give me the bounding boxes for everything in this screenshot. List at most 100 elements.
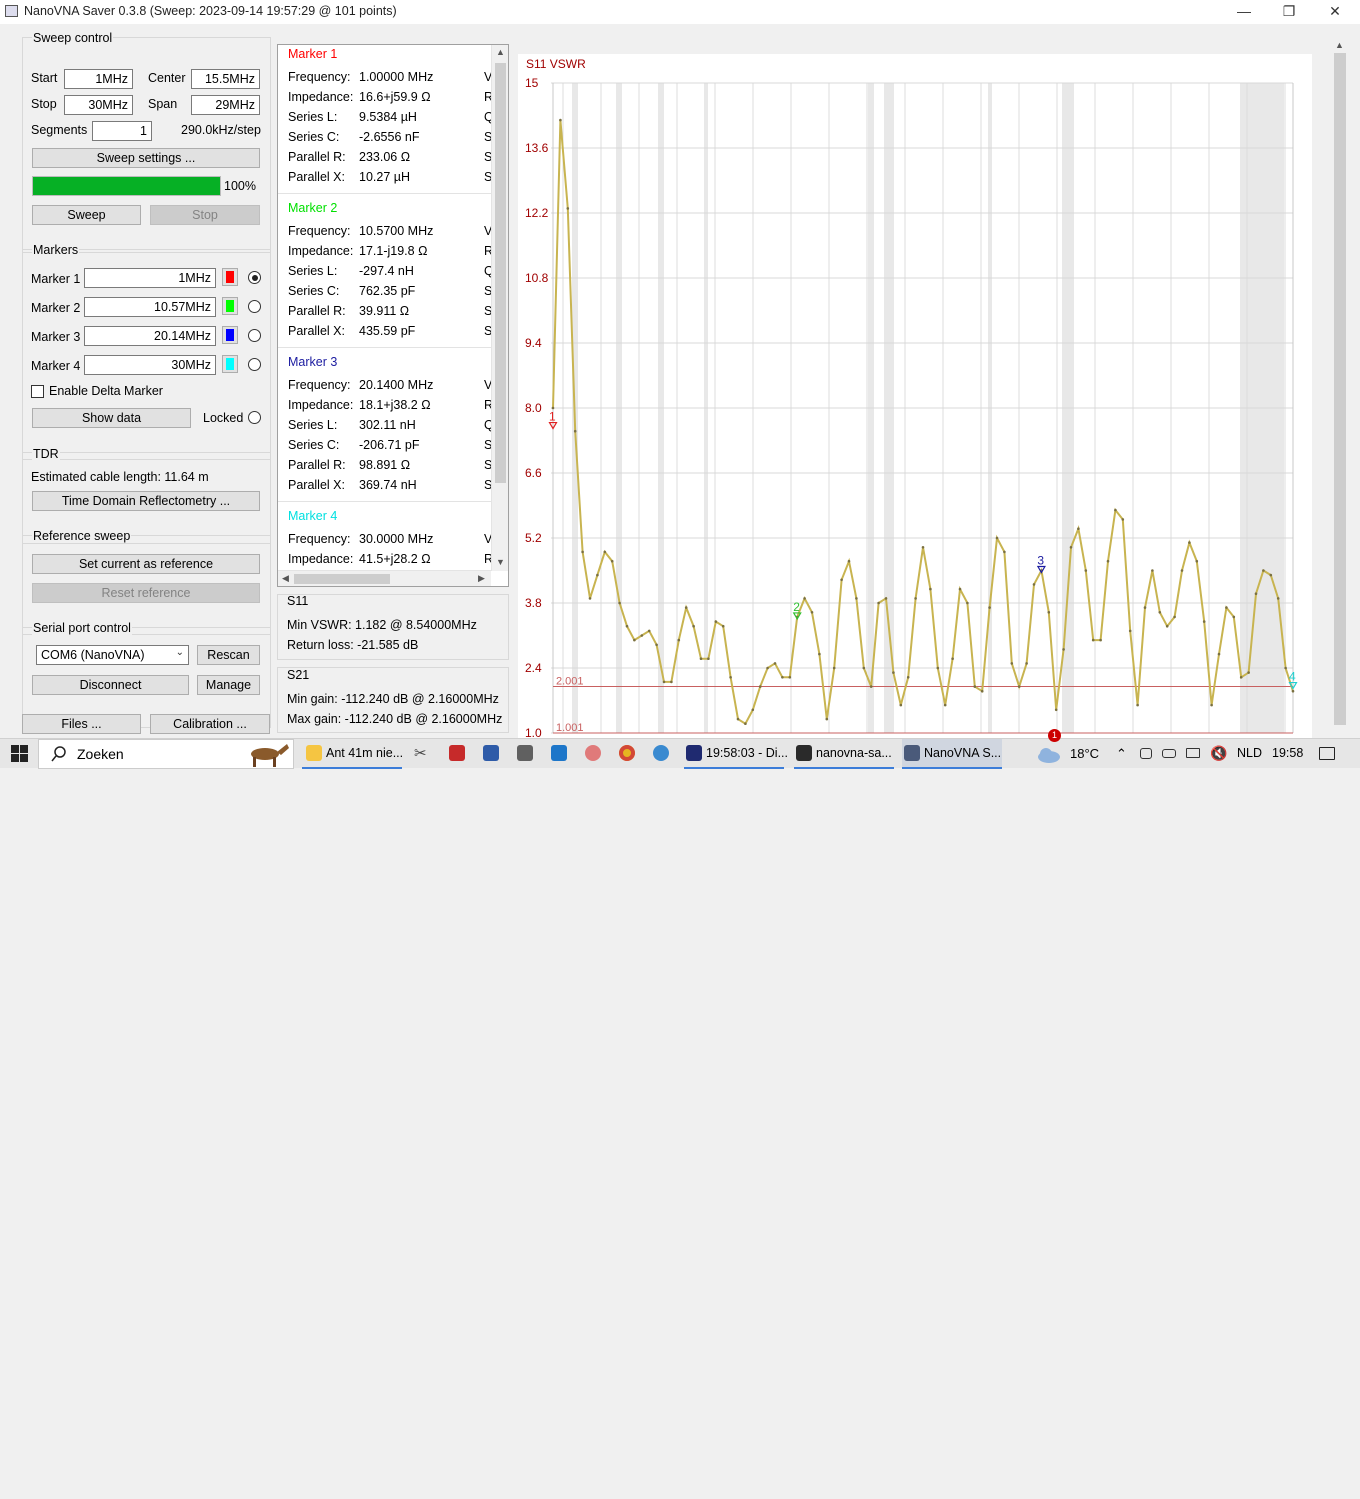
minimize-button[interactable]: — bbox=[1221, 0, 1267, 24]
disconnect-button[interactable]: Disconnect bbox=[32, 675, 189, 695]
data-point bbox=[736, 717, 740, 721]
horizontal-scroll-thumb[interactable] bbox=[294, 574, 390, 584]
data-point bbox=[1054, 708, 1058, 712]
scissors-icon[interactable] bbox=[416, 1483, 432, 1499]
pinned-app-filezilla-icon[interactable] bbox=[448, 739, 468, 769]
pinned-app-paint-icon[interactable] bbox=[584, 739, 604, 769]
data-point bbox=[729, 676, 732, 679]
scroll-up-icon[interactable]: ▲ bbox=[1335, 40, 1344, 50]
pinned-app-chrome-icon[interactable] bbox=[618, 739, 638, 769]
marker-1-radio[interactable] bbox=[248, 271, 261, 284]
chart-title: S11 VSWR bbox=[526, 57, 586, 71]
taskbar-item-digital-mode[interactable]: 19:58:03 - Di... bbox=[684, 739, 788, 769]
step-size-text: 290.0kHz/step bbox=[181, 123, 261, 137]
marker-details-vertical-scrollbar[interactable]: ▲ ▼ bbox=[491, 45, 508, 571]
marker-3-radio[interactable] bbox=[248, 329, 261, 342]
manage-button[interactable]: Manage bbox=[197, 675, 260, 695]
pinned-app-settings-icon[interactable] bbox=[482, 739, 502, 769]
marker-detail-divider bbox=[278, 347, 493, 348]
delta-marker-checkbox[interactable] bbox=[31, 385, 44, 398]
data-point bbox=[773, 662, 777, 665]
marker-4-radio[interactable] bbox=[248, 358, 261, 371]
tray-icon-network[interactable] bbox=[1186, 739, 1202, 769]
scroll-down-icon[interactable]: ▼ bbox=[496, 557, 505, 567]
center-input[interactable]: 15.5MHz bbox=[191, 69, 260, 89]
segments-input[interactable]: 1 bbox=[92, 121, 152, 141]
markers-title: Markers bbox=[32, 243, 80, 257]
marker-2-color-button[interactable] bbox=[222, 297, 238, 315]
span-input[interactable]: 29MHz bbox=[191, 95, 260, 115]
calibration-button[interactable]: Calibration ... bbox=[150, 714, 270, 734]
chevron-up-icon[interactable]: ⌃ bbox=[1116, 739, 1130, 769]
locked-radio[interactable] bbox=[248, 411, 261, 424]
tray-icon-camera[interactable] bbox=[1140, 739, 1154, 769]
language-indicator[interactable]: NLD bbox=[1237, 739, 1267, 769]
rescan-button[interactable]: Rescan bbox=[197, 645, 260, 665]
marker-4-color-button[interactable] bbox=[222, 355, 238, 373]
start-label: Start bbox=[31, 71, 58, 85]
pinned-app-calculator-icon[interactable] bbox=[516, 739, 536, 769]
clock[interactable]: 19:58 bbox=[1272, 739, 1308, 769]
detail-value: -2.6556 nF bbox=[359, 130, 420, 144]
start-input[interactable]: 1MHz bbox=[64, 69, 133, 89]
tray-icon-drive[interactable] bbox=[1162, 739, 1178, 769]
main-vertical-scrollbar[interactable]: ▲ bbox=[1331, 38, 1348, 738]
marker-3-frequency-input[interactable]: 20.14MHz bbox=[84, 326, 216, 346]
marker-2-color-swatch bbox=[226, 300, 234, 312]
sweep-settings-button[interactable]: Sweep settings ... bbox=[32, 148, 260, 168]
show-data-button[interactable]: Show data bbox=[32, 408, 191, 428]
marker-3-color-button[interactable] bbox=[222, 326, 238, 344]
taskbar-item-nanovna-saver[interactable]: NanoVNA S... bbox=[902, 739, 1002, 769]
marker-1-frequency-input[interactable]: 1MHz bbox=[84, 268, 216, 288]
marker-1-color-button[interactable] bbox=[222, 268, 238, 286]
data-point bbox=[988, 606, 991, 609]
volume-icon[interactable]: 🔇 bbox=[1210, 739, 1227, 769]
restore-button[interactable]: ❐ bbox=[1266, 0, 1312, 24]
vertical-scroll-thumb[interactable] bbox=[495, 63, 506, 483]
taskbar-item-explorer[interactable]: Ant 41m nie... bbox=[302, 739, 403, 769]
title-bar: NanoVNA Saver 0.3.8 (Sweep: 2023-09-14 1… bbox=[0, 0, 1360, 24]
scroll-up-icon[interactable]: ▲ bbox=[496, 47, 505, 57]
data-point bbox=[573, 429, 577, 433]
data-point bbox=[1239, 676, 1243, 679]
pinned-app-tool-icon[interactable]: ✂ bbox=[414, 739, 434, 769]
taskbar-search-box[interactable]: Zoeken bbox=[38, 739, 294, 769]
sweep-button[interactable]: Sweep bbox=[32, 205, 141, 225]
stop-button[interactable]: Stop bbox=[150, 205, 260, 225]
data-point bbox=[1025, 662, 1028, 665]
taskbar-item-nanovna-folder[interactable]: nanovna-sa... bbox=[794, 739, 894, 769]
s21-title: S21 bbox=[287, 668, 310, 682]
pinned-app-browser-icon[interactable] bbox=[652, 739, 672, 769]
data-point bbox=[677, 638, 681, 642]
s11-min-vswr: Min VSWR: 1.182 @ 8.54000MHz bbox=[287, 618, 477, 632]
marker-2-frequency-input[interactable]: 10.57MHz bbox=[84, 297, 216, 317]
data-point bbox=[625, 624, 629, 628]
marker-2-radio[interactable] bbox=[248, 300, 261, 313]
pinned-app-vscode-icon[interactable] bbox=[550, 739, 570, 769]
notifications-button[interactable] bbox=[1318, 739, 1338, 769]
weather-widget[interactable]: 1 18°C bbox=[1036, 729, 1106, 769]
tdr-button[interactable]: Time Domain Reflectometry ... bbox=[32, 491, 260, 511]
detail-key: Frequency: bbox=[288, 224, 351, 238]
marker-4-frequency-input[interactable]: 30MHz bbox=[84, 355, 216, 375]
data-point bbox=[973, 685, 977, 688]
data-point bbox=[647, 629, 651, 633]
serial-port-select[interactable]: COM6 (NanoVNA) ⌄ bbox=[36, 645, 189, 665]
data-point bbox=[581, 550, 584, 554]
stop-input[interactable]: 30MHz bbox=[64, 95, 133, 115]
detail-key: Frequency: bbox=[288, 70, 351, 84]
marker-detail-row: Impedance: 18.1+j38.2 ΩR bbox=[288, 398, 498, 418]
reference-line-label: 1.001 bbox=[556, 722, 584, 734]
vswr-chart[interactable]: S11 VSWR 15 13.6 12.2 10.8 9.4 8.0 6.6 5.2 3.8 2.4… bbox=[518, 54, 1312, 738]
reset-reference-button[interactable]: Reset reference bbox=[32, 583, 260, 603]
main-scroll-thumb[interactable] bbox=[1334, 53, 1346, 725]
set-reference-button[interactable]: Set current as reference bbox=[32, 554, 260, 574]
start-button[interactable] bbox=[10, 739, 30, 769]
close-button[interactable]: ✕ bbox=[1312, 0, 1358, 24]
scroll-left-icon[interactable]: ◀ bbox=[282, 573, 289, 584]
scroll-right-icon[interactable]: ▶ bbox=[478, 573, 485, 584]
files-button[interactable]: Files ... bbox=[22, 714, 141, 734]
marker-detail-title: Marker 1 bbox=[288, 47, 338, 61]
marker-details-horizontal-scrollbar[interactable]: ◀ ▶ bbox=[278, 570, 491, 586]
data-point bbox=[1262, 569, 1265, 572]
